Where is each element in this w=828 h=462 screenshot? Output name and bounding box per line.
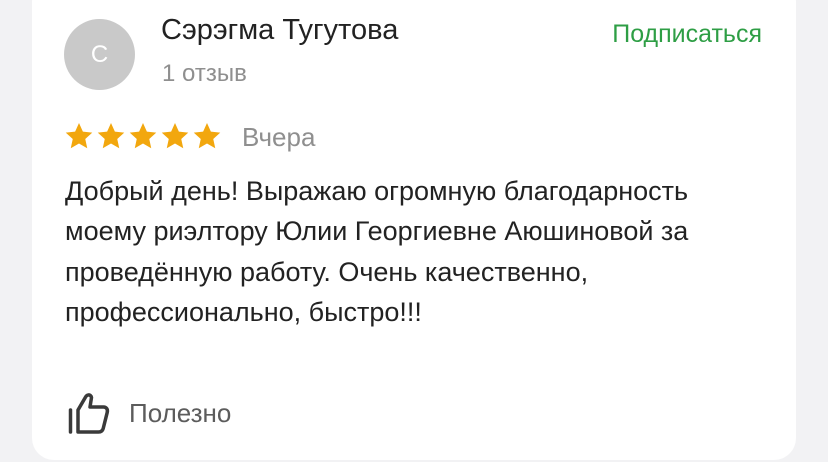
review-text: Добрый день! Выражаю огромную благодарно… — [65, 176, 689, 327]
star-icon — [65, 123, 93, 149]
helpful-label: Полезно — [129, 397, 232, 428]
avatar[interactable]: С — [64, 19, 135, 90]
star-icon — [129, 123, 157, 149]
star-icon — [97, 123, 125, 149]
review-date: Вчера — [242, 122, 316, 152]
helpful-button[interactable]: Полезно — [66, 389, 231, 437]
avatar-initial: С — [90, 40, 109, 68]
author-name[interactable]: Сэрэгма Тугутова — [161, 14, 398, 47]
thumbs-up-icon — [68, 393, 110, 434]
star-rating — [64, 121, 222, 151]
reviews-count: 1 отзыв — [162, 60, 247, 87]
subscribe-button[interactable]: Подписаться — [612, 20, 762, 49]
star-icon — [161, 123, 189, 149]
star-icon — [193, 123, 221, 149]
